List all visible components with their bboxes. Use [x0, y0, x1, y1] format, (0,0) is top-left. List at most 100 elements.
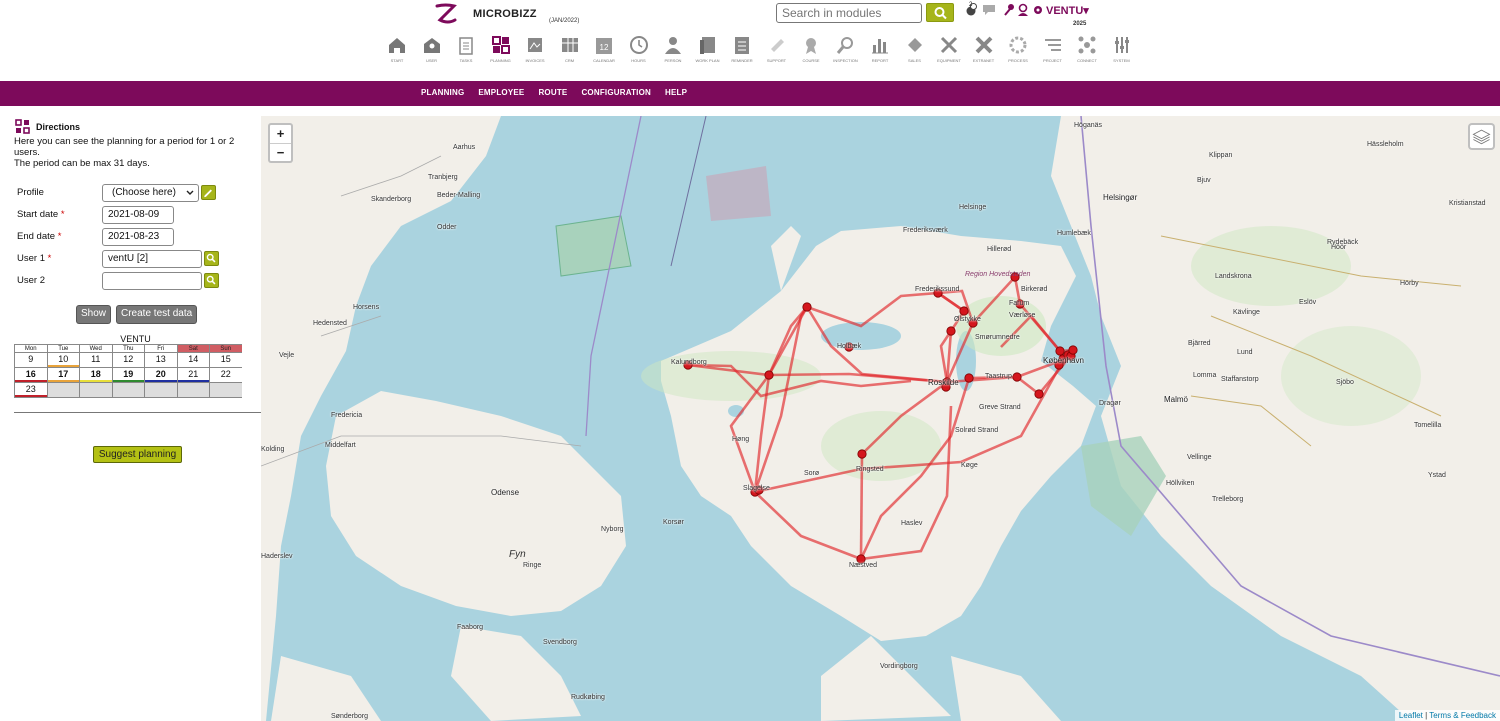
- route-stop-marker[interactable]: [1068, 345, 1078, 355]
- calendar-day[interactable]: 10: [46, 353, 79, 368]
- calendar-day[interactable]: 17: [46, 368, 79, 383]
- profile-select[interactable]: (Choose here): [102, 184, 199, 202]
- suggest-planning-button[interactable]: Suggest planning: [93, 446, 182, 463]
- route-stop-marker[interactable]: [959, 306, 969, 316]
- route-stop-marker[interactable]: [946, 326, 956, 336]
- start-date-label: Start date *: [17, 209, 65, 220]
- module-report[interactable]: REPORT: [863, 34, 898, 68]
- nav-employee[interactable]: EMPLOYEE: [478, 88, 524, 97]
- leaflet-link[interactable]: Leaflet: [1399, 711, 1423, 720]
- calendar-day[interactable]: 19: [111, 368, 144, 383]
- route-line[interactable]: [729, 374, 771, 493]
- project-icon: [1044, 39, 1061, 51]
- user2-input[interactable]: [102, 272, 202, 290]
- calendar-day[interactable]: 22: [209, 368, 242, 383]
- zoom-out-button[interactable]: −: [270, 143, 291, 161]
- module-crm[interactable]: CRM: [553, 34, 588, 68]
- module-course[interactable]: COURSE: [794, 34, 829, 68]
- route-map[interactable]: + − Leaflet | Terms & Feedback Aarhus Tra…: [261, 116, 1500, 721]
- search-button[interactable]: [926, 3, 954, 22]
- show-button[interactable]: Show: [77, 306, 111, 323]
- module-work-plan[interactable]: WORK PLAN: [691, 34, 726, 68]
- route-line[interactable]: [754, 405, 953, 561]
- route-stop-marker[interactable]: [1055, 346, 1065, 356]
- route-line[interactable]: [753, 306, 809, 493]
- gear-icon[interactable]: [1032, 3, 1044, 17]
- route-stop-marker[interactable]: [1012, 372, 1022, 382]
- calendar-day[interactable]: 21: [176, 368, 209, 383]
- user-menu[interactable]: VENTU▾: [1046, 4, 1089, 17]
- module-invoices[interactable]: INVOICES: [518, 34, 553, 68]
- module-calendar[interactable]: 12 CALENDAR: [587, 34, 622, 68]
- module-planning[interactable]: PLANNING: [484, 34, 519, 68]
- map-city-label: Klippan: [1209, 152, 1233, 159]
- nav-configuration[interactable]: CONFIGURATION: [581, 88, 651, 97]
- module-user[interactable]: USER: [415, 34, 450, 68]
- equipment-icon: [940, 36, 958, 54]
- key-icon[interactable]: [1003, 3, 1015, 17]
- end-date-input[interactable]: 2021-08-23: [102, 228, 174, 246]
- calendar-day[interactable]: 14: [176, 353, 209, 368]
- layers-button[interactable]: [1468, 123, 1495, 150]
- module-label: PROJECT: [1043, 58, 1062, 63]
- calendar-day[interactable]: 12: [111, 353, 144, 368]
- module-system[interactable]: SYSTEM: [1105, 34, 1140, 68]
- map-city-label: Sorø: [804, 470, 820, 477]
- app-header: MICROBIZZ (JAN/2022) 2 VENTU▾ 2025 START…: [0, 0, 1500, 80]
- search-input[interactable]: [776, 3, 922, 23]
- edit-profile-button[interactable]: [201, 185, 216, 200]
- map-city-label: Eslöv: [1299, 299, 1317, 306]
- module-start[interactable]: START: [380, 34, 415, 68]
- map-city-label: Lomma: [1193, 372, 1217, 379]
- calendar-day[interactable]: 20: [144, 368, 177, 383]
- module-tasks[interactable]: TASKS: [449, 34, 484, 68]
- module-sales[interactable]: SALES: [898, 34, 933, 68]
- module-inspection[interactable]: INSPECTION: [829, 34, 864, 68]
- module-process[interactable]: PROCESS: [1001, 34, 1036, 68]
- nav-planning[interactable]: PLANNING: [421, 88, 464, 97]
- map-city-label: Holbæk: [837, 343, 862, 350]
- map-city-label: Odder: [437, 224, 457, 231]
- calendar-day[interactable]: 13: [144, 353, 177, 368]
- user1-search-button[interactable]: [204, 251, 219, 266]
- calendar-day[interactable]: 23: [14, 383, 47, 398]
- workplan-icon: [699, 37, 715, 54]
- zoom-in-button[interactable]: +: [270, 125, 291, 143]
- person-icon: [665, 37, 681, 54]
- nav-route[interactable]: ROUTE: [538, 88, 567, 97]
- user2-search-button[interactable]: [204, 273, 219, 288]
- route-stop-marker[interactable]: [764, 370, 774, 380]
- chat-icon[interactable]: [982, 3, 996, 17]
- calendar-day[interactable]: 9: [14, 353, 47, 368]
- route-line[interactable]: [861, 330, 953, 455]
- module-project[interactable]: PROJECT: [1036, 34, 1071, 68]
- user1-input[interactable]: ventU [2]: [102, 250, 202, 268]
- nav-help[interactable]: HELP: [665, 88, 687, 97]
- module-hours[interactable]: HOURS: [622, 34, 657, 68]
- terms-link[interactable]: Terms & Feedback: [1429, 711, 1496, 720]
- calendar-day[interactable]: 16: [14, 368, 47, 383]
- map-city-label: Værløse: [1009, 312, 1036, 319]
- route-layer[interactable]: [261, 116, 1500, 721]
- logo-icon[interactable]: [434, 3, 458, 25]
- module-support[interactable]: SUPPORT: [760, 34, 795, 68]
- module-equipment[interactable]: EQUIPMENT: [932, 34, 967, 68]
- module-label: SUPPORT: [766, 58, 787, 63]
- module-label: REMINDER: [731, 58, 753, 63]
- user-pin-icon[interactable]: [1017, 3, 1029, 17]
- module-extranet[interactable]: EXTRANET: [967, 34, 1002, 68]
- module-label: CALENDAR: [593, 58, 615, 63]
- route-stop-marker[interactable]: [802, 302, 812, 312]
- module-reminder[interactable]: REMINDER: [725, 34, 760, 68]
- map-city-label: Sjöbo: [1336, 379, 1354, 386]
- start-date-input[interactable]: 2021-08-09: [102, 206, 174, 224]
- calendar-day[interactable]: 11: [79, 353, 112, 368]
- calendar-day[interactable]: 15: [209, 353, 242, 368]
- module-person[interactable]: PERSON: [656, 34, 691, 68]
- route-stop-marker[interactable]: [857, 449, 867, 459]
- route-stop-marker[interactable]: [1034, 389, 1044, 399]
- module-connect[interactable]: CONNECT: [1070, 34, 1105, 68]
- route-stop-marker[interactable]: [964, 373, 974, 383]
- create-test-data-button[interactable]: Create test data: [117, 306, 197, 323]
- calendar-day[interactable]: 18: [79, 368, 112, 383]
